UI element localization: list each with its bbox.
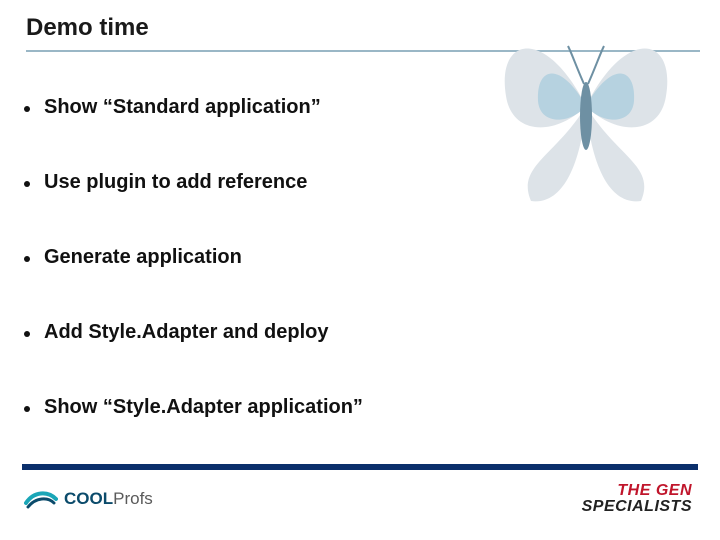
gen-line1: THE GEN [582,483,692,499]
bullet-item: Show “Standard application” [24,96,680,119]
bullet-list: Show “Standard application” Use plugin t… [24,96,680,471]
bullet-text: Add Style.Adapter and deploy [44,321,328,344]
coolprofs-logo: COOLProfs [24,489,153,509]
gen-specialists-logo: THE GEN SPECIALISTS [582,483,692,515]
swoosh-icon [24,489,58,509]
bullet-dot-icon [24,181,30,187]
bullet-text: Show “Standard application” [44,96,321,119]
bullet-text: Generate application [44,246,242,269]
footer: COOLProfs THE GEN SPECIALISTS [0,468,720,540]
coolprofs-profs: Profs [113,489,153,508]
coolprofs-text: COOLProfs [64,489,153,509]
bullet-dot-icon [24,106,30,112]
bullet-dot-icon [24,406,30,412]
slide: Demo time Show “Standard application” Us… [0,0,720,540]
bullet-dot-icon [24,331,30,337]
bullet-item: Add Style.Adapter and deploy [24,321,680,344]
gen-line2: SPECIALISTS [582,499,692,515]
bullet-dot-icon [24,256,30,262]
bullet-item: Show “Style.Adapter application” [24,396,680,419]
slide-title: Demo time [26,14,149,42]
coolprofs-cool: COOL [64,489,113,508]
bullet-item: Use plugin to add reference [24,171,680,194]
bullet-text: Show “Style.Adapter application” [44,396,363,419]
bullet-item: Generate application [24,246,680,269]
bullet-text: Use plugin to add reference [44,171,307,194]
